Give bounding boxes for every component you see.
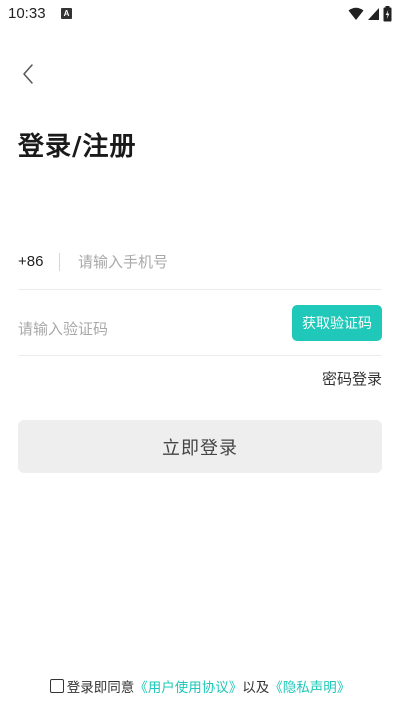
privacy-policy-link[interactable]: 《隐私声明》 <box>269 676 350 696</box>
status-icons <box>348 6 392 22</box>
chevron-left-icon <box>23 64 33 84</box>
status-bar: 10:33 A <box>0 0 400 28</box>
page-title: 登录/注册 <box>18 132 137 162</box>
battery-icon <box>383 6 392 22</box>
verification-code-row: 获取验证码 <box>18 302 382 356</box>
country-code[interactable]: +86 <box>18 253 58 270</box>
phone-input[interactable] <box>78 241 358 282</box>
notification-badge-icon: A <box>61 8 72 19</box>
login-button[interactable]: 立即登录 <box>18 420 382 473</box>
country-code-divider <box>59 252 60 271</box>
password-login-link[interactable]: 密码登录 <box>322 368 382 389</box>
agreement-and: 以及 <box>242 680 270 696</box>
status-time: 10:33 <box>8 5 46 22</box>
user-agreement-link[interactable]: 《用户使用协议》 <box>134 676 242 696</box>
agreement-prefix: 登录即同意 <box>66 680 135 696</box>
back-button[interactable] <box>14 60 42 88</box>
agreement-row: 登录即同意 《用户使用协议》 以及 《隐私声明》 <box>0 676 400 696</box>
wifi-icon <box>348 7 364 20</box>
get-code-button[interactable]: 获取验证码 <box>292 304 382 341</box>
verification-code-input[interactable] <box>18 308 278 349</box>
cellular-signal-icon <box>368 8 379 20</box>
agree-checkbox[interactable] <box>49 679 64 693</box>
phone-row: +86 <box>18 234 382 290</box>
